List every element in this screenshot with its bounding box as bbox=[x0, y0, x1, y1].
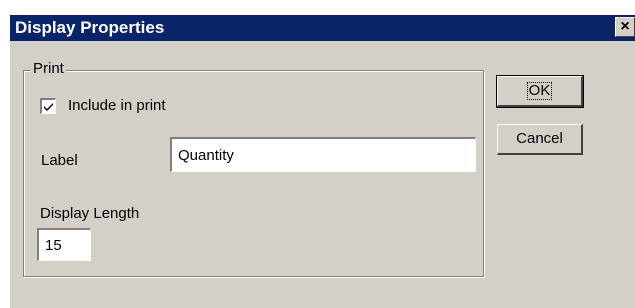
left-edge bbox=[0, 0, 10, 308]
checkmark-icon bbox=[44, 103, 53, 111]
include-in-print-label[interactable]: Include in print bbox=[68, 97, 166, 114]
label-caption: Label bbox=[41, 152, 78, 169]
cancel-button[interactable]: Cancel bbox=[497, 124, 583, 155]
top-edge bbox=[0, 0, 635, 15]
display-properties-dialog: Display Properties × Print Include in pr… bbox=[0, 0, 635, 308]
ok-button-label: OK bbox=[526, 82, 553, 100]
print-group-label: Print bbox=[31, 60, 66, 77]
label-input[interactable] bbox=[170, 137, 476, 172]
ok-button[interactable]: OK bbox=[496, 75, 584, 108]
title-bar[interactable]: Display Properties × bbox=[10, 15, 635, 41]
display-length-input[interactable] bbox=[37, 228, 91, 261]
close-icon[interactable]: × bbox=[615, 17, 635, 37]
dialog-title: Display Properties bbox=[15, 18, 165, 37]
display-length-caption: Display Length bbox=[40, 205, 140, 222]
include-in-print-checkbox[interactable] bbox=[40, 98, 56, 114]
